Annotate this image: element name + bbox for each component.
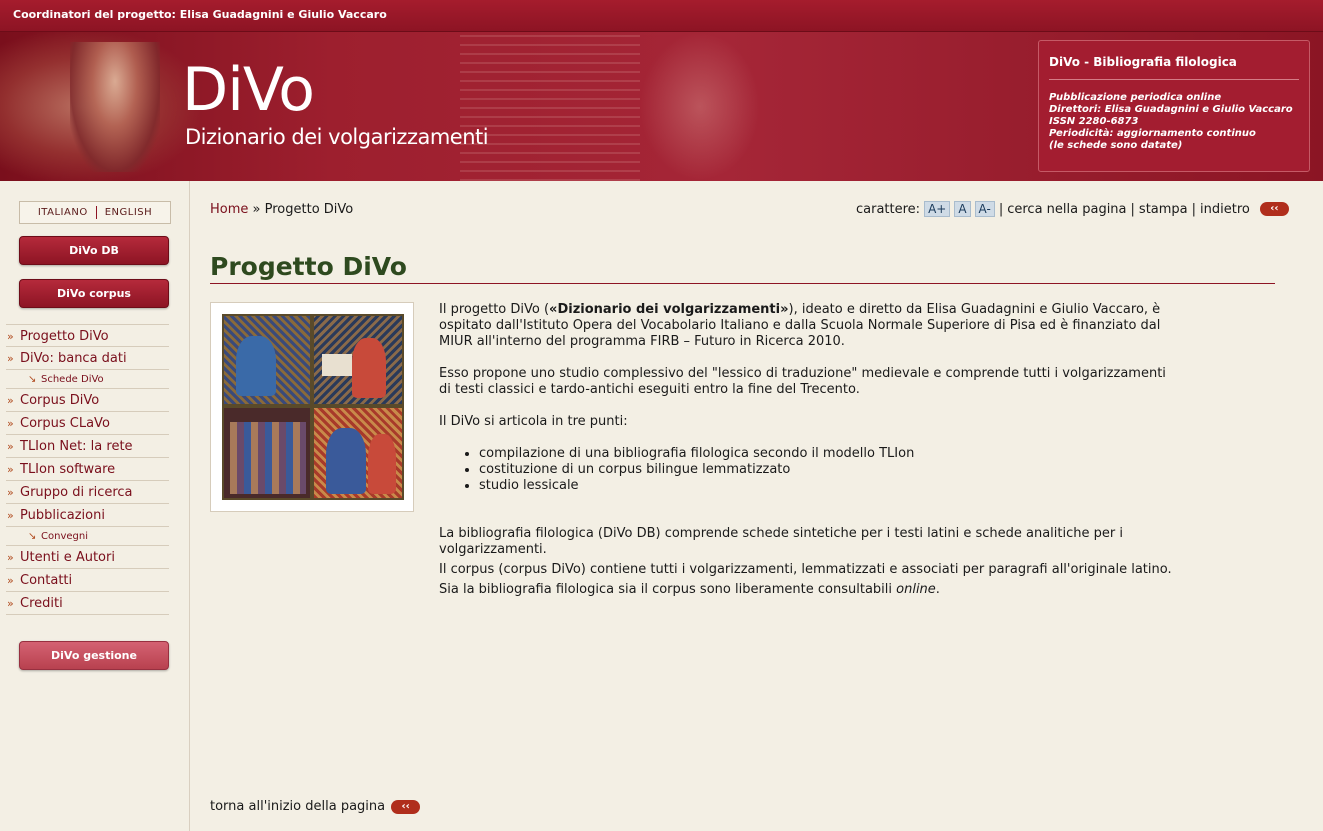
language-switcher: ITALIANO ENGLISH xyxy=(19,201,171,224)
lang-italiano[interactable]: ITALIANO xyxy=(30,207,96,218)
infobox-line: Pubblicazione periodica online xyxy=(1049,92,1222,103)
font-decrease-button[interactable]: A- xyxy=(974,201,995,217)
tools-separator: | xyxy=(1130,201,1135,217)
sidebar-item-crediti[interactable]: Crediti xyxy=(6,592,169,615)
sidebar: ITALIANO ENGLISH DiVo DB DiVo corpus Pro… xyxy=(0,181,190,831)
points-intro: Il DiVo si articola in tre punti: xyxy=(439,414,628,429)
scope-paragraph: Esso propone uno studio complessivo del … xyxy=(439,366,1166,397)
font-normal-button[interactable]: A xyxy=(954,201,971,217)
page-title: Progetto DiVo xyxy=(210,252,1275,284)
sidebar-item-tlion-net[interactable]: TLIon Net: la rete xyxy=(6,435,169,458)
sidebar-item-utenti[interactable]: Utenti e Autori xyxy=(6,546,169,569)
lang-english[interactable]: ENGLISH xyxy=(97,207,160,218)
back-arrow-icon[interactable]: ‹‹ xyxy=(1259,202,1289,216)
sidebar-item-gruppo[interactable]: Gruppo di ricerca xyxy=(6,481,169,504)
print-link[interactable]: stampa xyxy=(1139,202,1188,217)
coordinators-bar: Coordinatori del progetto: Elisa Guadagn… xyxy=(0,0,1323,32)
sidebar-item-tlion-software[interactable]: TLIon software xyxy=(6,458,169,481)
divo-corpus-button[interactable]: DiVo corpus xyxy=(19,279,169,308)
divo-db-button[interactable]: DiVo DB xyxy=(19,236,169,265)
corpus-paragraph: Il corpus (corpus DiVo) contiene tutti i… xyxy=(439,562,1172,577)
infobox-title: DiVo - Bibliografia filologica xyxy=(1049,55,1299,80)
breadcrumb-home[interactable]: Home xyxy=(210,202,248,217)
sidebar-item-corpus-clavo[interactable]: Corpus CLaVo xyxy=(6,412,169,435)
sidebar-item-corpus-divo[interactable]: Corpus DiVo xyxy=(6,389,169,412)
sidebar-subitem-schede[interactable]: Schede DiVo xyxy=(6,370,169,389)
breadcrumb-separator: » xyxy=(252,202,261,217)
sidebar-subitem-convegni[interactable]: Convegni xyxy=(6,527,169,546)
back-to-top-icon[interactable]: ‹‹ xyxy=(391,799,421,814)
list-item: costituzione di un corpus bilingue lemma… xyxy=(479,462,1179,478)
font-increase-button[interactable]: A+ xyxy=(924,201,951,217)
sidebar-item-progetto[interactable]: Progetto DiVo xyxy=(6,324,169,348)
db-paragraph: La bibliografia filologica (DiVo DB) com… xyxy=(439,526,1123,557)
sidebar-item-pubblicazioni[interactable]: Pubblicazioni xyxy=(6,504,169,527)
sidebar-menu: Progetto DiVo DiVo: banca dati Schede Di… xyxy=(6,324,169,615)
font-size-label: carattere: xyxy=(856,201,921,217)
back-to-top: torna all'inizio della pagina ‹‹ xyxy=(210,799,421,814)
breadcrumb: Home » Progetto DiVo xyxy=(210,202,353,217)
tools-separator: | xyxy=(1191,201,1197,217)
infobox-line: Direttori: Elisa Guadagnini e Giulio Vac… xyxy=(1049,104,1293,115)
infobox-line: ISSN 2280-6873 xyxy=(1049,116,1139,127)
back-to-top-link[interactable]: torna all'inizio della pagina xyxy=(210,799,385,814)
infobox-line: (le schede sono datate) xyxy=(1049,140,1183,151)
page-tools: carattere: A+ A A- | cerca nella pagina … xyxy=(856,201,1289,217)
points-list: compilazione di una bibliografia filolog… xyxy=(479,446,1179,494)
banner-scholar-figure xyxy=(70,42,160,172)
miniature-image xyxy=(210,302,414,512)
logo-title[interactable]: DiVo xyxy=(182,60,315,120)
list-item: studio lessicale xyxy=(479,478,1179,494)
breadcrumb-current: Progetto DiVo xyxy=(264,202,354,217)
banner-ornament xyxy=(640,32,760,181)
miniature-illustration xyxy=(222,314,404,500)
site-banner: DiVo Dizionario dei volgarizzamenti DiVo… xyxy=(0,32,1323,181)
intro-paragraph: Il progetto DiVo («Dizionario dei volgar… xyxy=(439,302,1161,349)
infobox-line: Periodicità: aggiornamento continuo xyxy=(1049,128,1256,139)
banner-manuscript xyxy=(460,32,640,181)
project-name: «Dizionario dei volgarizzamenti» xyxy=(549,302,789,317)
list-item: compilazione di una bibliografia filolog… xyxy=(479,446,1179,462)
divo-gestione-button[interactable]: DiVo gestione xyxy=(19,641,169,670)
access-paragraph: Sia la bibliografia filologica sia il co… xyxy=(439,582,940,597)
sidebar-item-banca-dati[interactable]: DiVo: banca dati xyxy=(6,347,169,370)
back-link[interactable]: indietro xyxy=(1200,202,1250,217)
tools-separator: | xyxy=(998,201,1004,217)
publication-infobox: DiVo - Bibliografia filologica Pubblicaz… xyxy=(1038,40,1310,172)
search-page-link[interactable]: cerca nella pagina xyxy=(1007,202,1126,217)
logo-subtitle[interactable]: Dizionario dei volgarizzamenti xyxy=(185,125,489,149)
sidebar-item-contatti[interactable]: Contatti xyxy=(6,569,169,592)
main-content: Il progetto DiVo («Dizionario dei volgar… xyxy=(439,302,1179,602)
